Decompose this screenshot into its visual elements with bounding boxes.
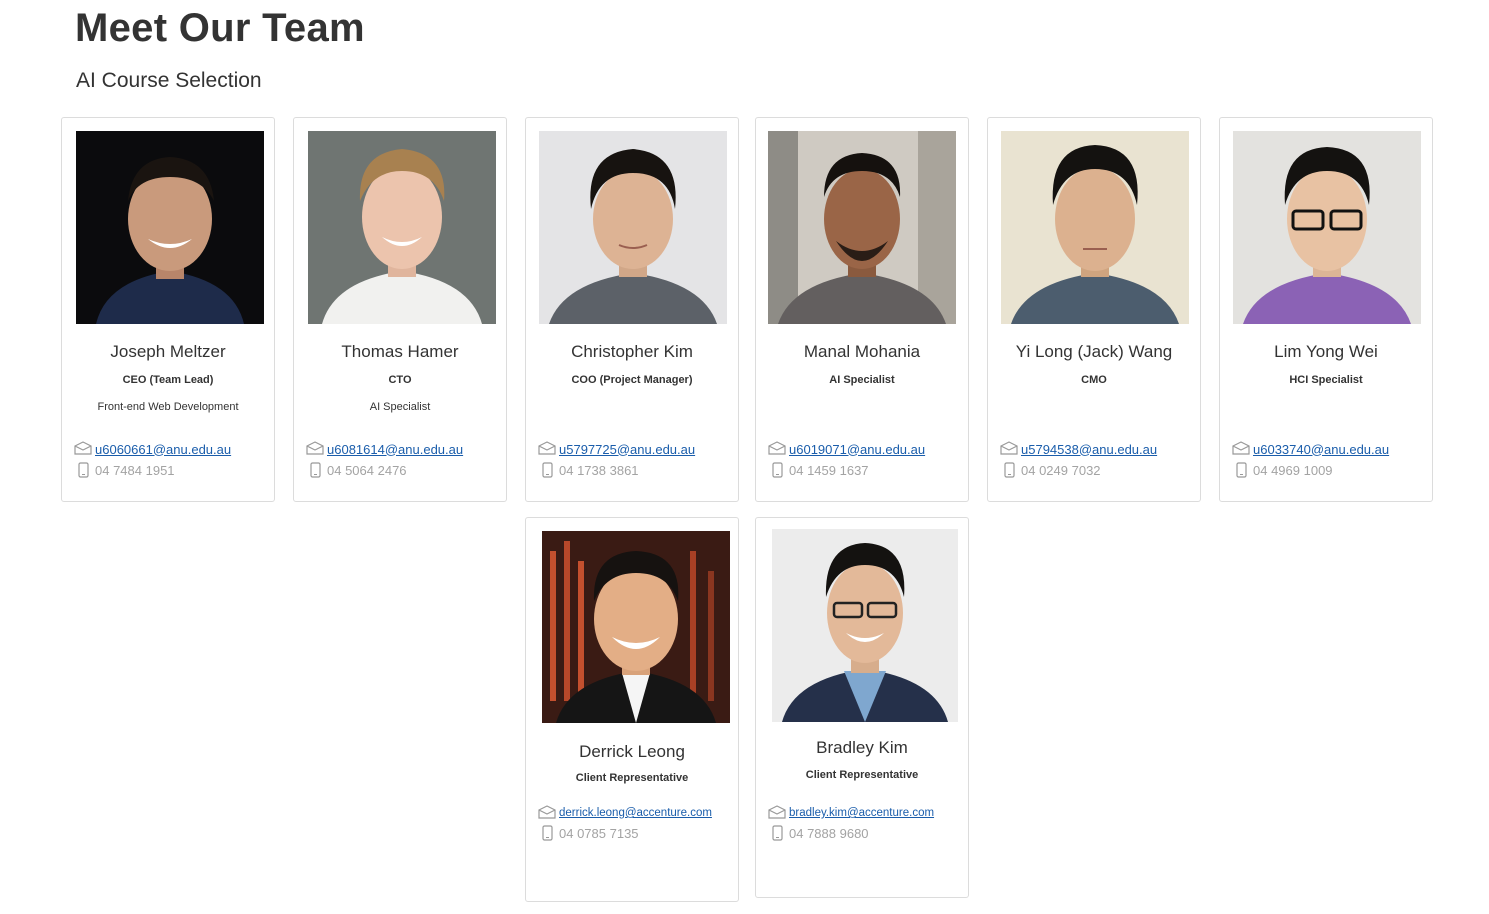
mobile-phone-icon <box>74 462 92 478</box>
member-photo <box>308 131 496 324</box>
envelope-icon <box>538 441 556 457</box>
member-role: Client Representative <box>805 769 919 781</box>
email-row: u5794538@anu.edu.au <box>1000 440 1157 458</box>
team-member-card: Joseph Meltzer CEO (Team Lead) Front-end… <box>61 117 275 502</box>
email-row: u6081614@anu.edu.au <box>306 440 463 458</box>
member-role: CMO <box>1081 374 1107 386</box>
phone-row: 04 7888 9680 <box>768 824 869 842</box>
envelope-icon <box>1232 441 1250 457</box>
member-name: Manal Mohania <box>803 342 921 361</box>
envelope-icon <box>1000 441 1018 457</box>
team-member-card: Lim Yong Wei HCI Specialist u6033740@anu… <box>1219 117 1433 502</box>
envelope-icon <box>768 805 786 821</box>
page-title: Meet Our Team <box>75 6 365 50</box>
member-name: Lim Yong Wei <box>1274 342 1378 361</box>
member-photo <box>1001 131 1189 324</box>
member-name: Bradley Kim <box>816 738 908 757</box>
email-row: u6019071@anu.edu.au <box>768 440 925 458</box>
envelope-icon <box>306 441 324 457</box>
mobile-phone-icon <box>768 825 786 841</box>
phone-row: 04 0785 7135 <box>538 824 639 842</box>
member-description: AI Specialist <box>369 401 431 413</box>
member-email-link[interactable]: derrick.leong@accenture.com <box>559 807 712 819</box>
member-phone: 04 0249 7032 <box>1021 462 1101 478</box>
member-phone: 04 7484 1951 <box>95 462 175 478</box>
member-email-link[interactable]: u6033740@anu.edu.au <box>1253 442 1389 457</box>
member-role: COO (Project Manager) <box>571 374 693 386</box>
member-photo <box>76 131 264 324</box>
member-photo <box>768 131 956 324</box>
email-row: u6060661@anu.edu.au <box>74 440 231 458</box>
member-phone: 04 0785 7135 <box>559 825 639 841</box>
member-name: Derrick Leong <box>579 742 685 761</box>
phone-row: 04 5064 2476 <box>306 461 407 479</box>
team-member-card: Yi Long (Jack) Wang CMO u5794538@anu.edu… <box>987 117 1201 502</box>
member-email-link[interactable]: u5797725@anu.edu.au <box>559 442 695 457</box>
member-description: Front-end Web Development <box>97 401 239 413</box>
member-role: CEO (Team Lead) <box>122 374 214 386</box>
member-photo <box>539 131 727 324</box>
page-subtitle: AI Course Selection <box>76 69 262 92</box>
team-member-card: Derrick Leong Client Representative derr… <box>525 517 739 902</box>
email-row: u6033740@anu.edu.au <box>1232 440 1389 458</box>
member-role: AI Specialist <box>829 374 895 386</box>
phone-row: 04 1738 3861 <box>538 461 639 479</box>
envelope-icon <box>538 805 556 821</box>
member-name: Yi Long (Jack) Wang <box>1015 342 1173 361</box>
member-role: Client Representative <box>575 772 689 784</box>
member-phone: 04 1738 3861 <box>559 462 639 478</box>
email-row: bradley.kim@accenture.com <box>768 804 934 822</box>
email-row: derrick.leong@accenture.com <box>538 804 712 822</box>
team-member-card: Thomas Hamer CTO AI Specialist u6081614@… <box>293 117 507 502</box>
member-email-link[interactable]: u5794538@anu.edu.au <box>1021 442 1157 457</box>
member-email-link[interactable]: u6081614@anu.edu.au <box>327 442 463 457</box>
team-member-card: Manal Mohania AI Specialist u6019071@anu… <box>755 117 969 502</box>
member-phone: 04 4969 1009 <box>1253 462 1333 478</box>
member-photo <box>772 529 958 722</box>
member-email-link[interactable]: u6019071@anu.edu.au <box>789 442 925 457</box>
phone-row: 04 1459 1637 <box>768 461 869 479</box>
mobile-phone-icon <box>1232 462 1250 478</box>
phone-row: 04 4969 1009 <box>1232 461 1333 479</box>
member-phone: 04 5064 2476 <box>327 462 407 478</box>
member-photo <box>542 531 730 723</box>
phone-row: 04 7484 1951 <box>74 461 175 479</box>
mobile-phone-icon <box>306 462 324 478</box>
phone-row: 04 0249 7032 <box>1000 461 1101 479</box>
team-member-card: Christopher Kim COO (Project Manager) u5… <box>525 117 739 502</box>
member-email-link[interactable]: u6060661@anu.edu.au <box>95 442 231 457</box>
member-phone: 04 1459 1637 <box>789 462 869 478</box>
envelope-icon <box>74 441 92 457</box>
member-name: Christopher Kim <box>571 342 693 361</box>
member-phone: 04 7888 9680 <box>789 825 869 841</box>
member-photo <box>1233 131 1421 324</box>
envelope-icon <box>768 441 786 457</box>
member-name: Joseph Meltzer <box>110 342 226 361</box>
member-role: HCI Specialist <box>1289 374 1363 386</box>
mobile-phone-icon <box>538 462 556 478</box>
team-member-card: Bradley Kim Client Representative bradle… <box>755 517 969 898</box>
mobile-phone-icon <box>1000 462 1018 478</box>
member-email-link[interactable]: bradley.kim@accenture.com <box>789 807 934 819</box>
member-role: CTO <box>388 374 412 386</box>
mobile-phone-icon <box>768 462 786 478</box>
email-row: u5797725@anu.edu.au <box>538 440 695 458</box>
member-name: Thomas Hamer <box>341 342 459 361</box>
mobile-phone-icon <box>538 825 556 841</box>
